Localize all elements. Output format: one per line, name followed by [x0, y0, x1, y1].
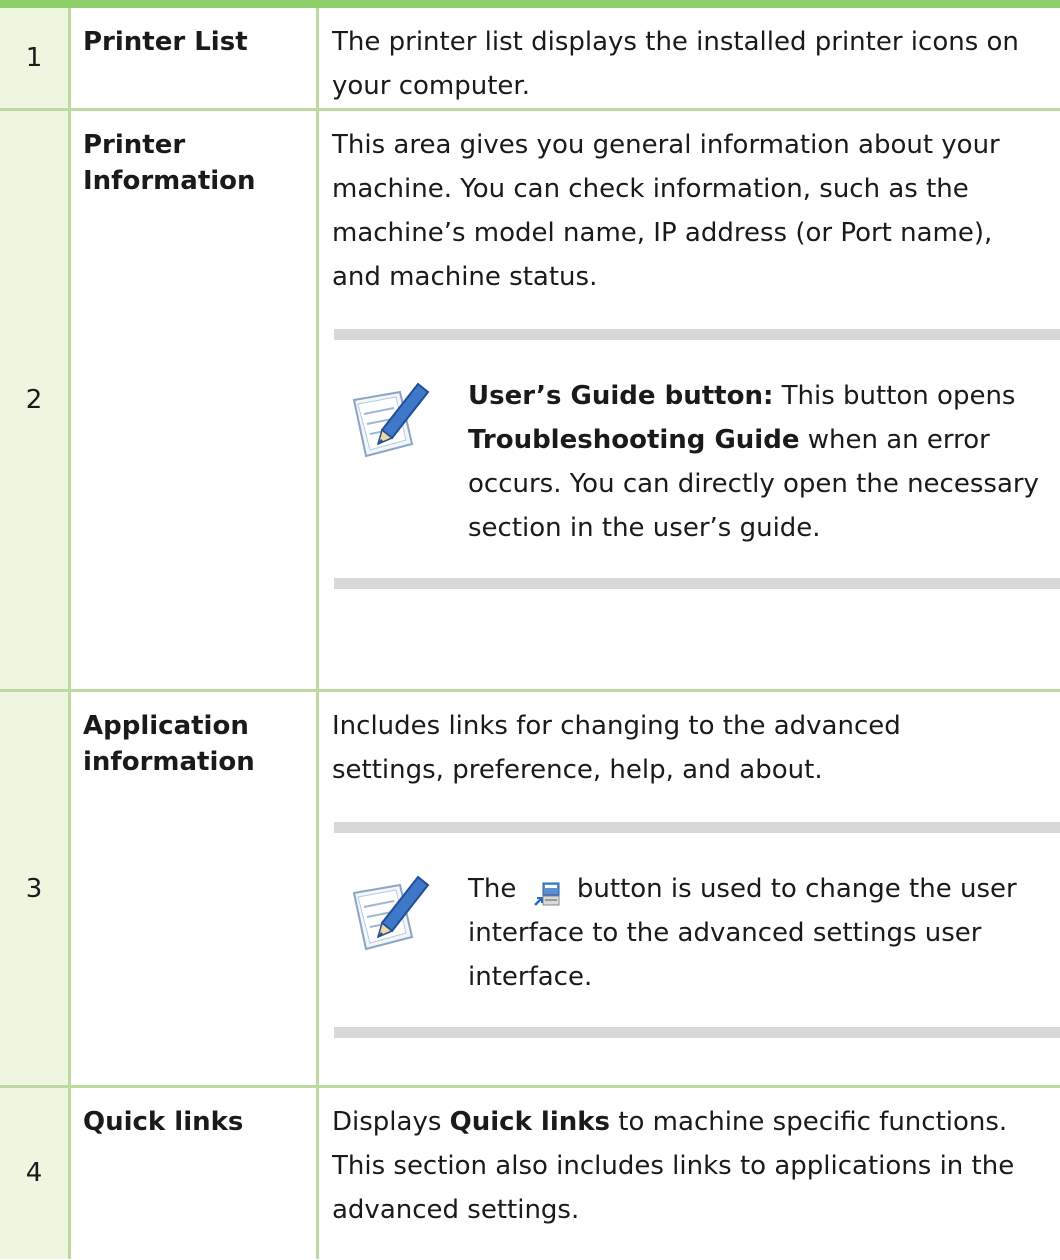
note-text-part: The: [468, 874, 517, 904]
feature-table: 1 Printer List The printer list displays…: [0, 8, 1060, 1259]
advanced-settings-icon: [533, 877, 561, 906]
row-number: 3: [0, 690, 71, 1088]
desc-text-part: Displays: [332, 1107, 450, 1137]
note-text: The button is used to change the user in…: [468, 867, 1060, 999]
note-text-part: This button opens: [773, 381, 1016, 411]
row-description-cell: This area gives you general information …: [317, 109, 1060, 692]
table-top-bar: [0, 0, 1060, 8]
row-name: Printer Information: [69, 109, 319, 692]
note-pencil-icon: [334, 374, 468, 550]
row-name: Quick links: [69, 1086, 319, 1259]
note-box: The button is used to change the user in…: [334, 822, 1060, 1038]
note-text: User’s Guide button: This button opens T…: [468, 374, 1060, 550]
desc-bold-quick-links: Quick links: [449, 1107, 611, 1137]
row-description: This area gives you general information …: [332, 130, 1000, 292]
note-box: User’s Guide button: This button opens T…: [334, 329, 1060, 589]
note-bold-guide: Troubleshooting Guide: [468, 425, 800, 455]
table-row: 4 Quick links Displays Quick links to ma…: [0, 1086, 1060, 1259]
row-number: 2: [0, 109, 71, 692]
row-description: The printer list displays the installed …: [317, 8, 1060, 111]
row-name: Printer List: [69, 8, 319, 111]
row-number: 4: [0, 1086, 71, 1259]
note-bold-label: User’s Guide button:: [468, 381, 774, 411]
table-row: 2 Printer Information This area gives yo…: [0, 109, 1060, 692]
row-name: Application information: [69, 690, 319, 1088]
table-row: 1 Printer List The printer list displays…: [0, 8, 1060, 111]
note-pencil-icon: [334, 867, 468, 999]
row-description: Displays Quick links to machine specific…: [318, 1087, 1060, 1259]
row-description: Includes links for changing to the advan…: [332, 711, 901, 785]
row-description-cell: Includes links for changing to the advan…: [317, 690, 1060, 1088]
row-number: 1: [0, 8, 71, 111]
table-row: 3 Application information Includes links…: [0, 690, 1060, 1088]
